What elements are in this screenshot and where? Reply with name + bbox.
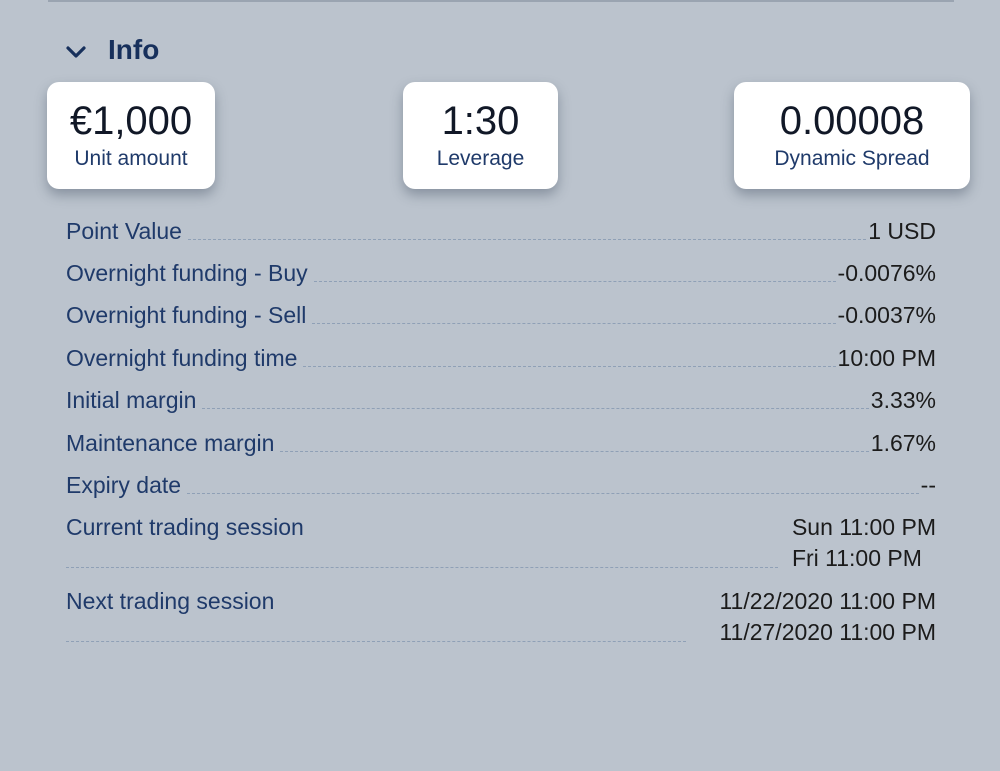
next-session-label: Next trading session bbox=[66, 588, 275, 614]
dotted-leader bbox=[312, 323, 836, 324]
dotted-leader bbox=[303, 366, 836, 367]
detail-row-overnight-buy: Overnight funding - Buy -0.0076% bbox=[66, 246, 936, 288]
dotted-leader bbox=[280, 451, 869, 452]
next-session-value: 11/22/2020 11:00 PM 11/27/2020 11:00 PM bbox=[719, 586, 936, 648]
detail-row-overnight-sell: Overnight funding - Sell -0.0037% bbox=[66, 288, 936, 330]
dotted-leader bbox=[66, 641, 686, 642]
dotted-leader bbox=[66, 567, 778, 568]
detail-row-overnight-time: Overnight funding time 10:00 PM bbox=[66, 330, 936, 373]
detail-row-maintenance-margin: Maintenance margin 1.67% bbox=[66, 415, 936, 458]
overnight-sell-label: Overnight funding - Sell bbox=[66, 302, 307, 328]
detail-row-point-value: Point Value 1 USD bbox=[66, 204, 936, 246]
dynamic-spread-label: Dynamic Spread bbox=[774, 146, 930, 170]
overnight-time-label: Overnight funding time bbox=[66, 345, 298, 371]
point-value-label: Point Value bbox=[66, 218, 182, 244]
overnight-buy-label: Overnight funding - Buy bbox=[66, 260, 308, 286]
unit-amount-card: €1,000 Unit amount bbox=[47, 82, 215, 189]
top-divider bbox=[48, 0, 954, 2]
dotted-leader bbox=[313, 281, 836, 282]
unit-amount-value: €1,000 bbox=[69, 98, 193, 143]
detail-row-expiry-date: Expiry date -- bbox=[66, 458, 936, 500]
next-session-end: 11/27/2020 11:00 PM bbox=[719, 619, 936, 645]
current-session-value: Sun 11:00 PM Fri 11:00 PM bbox=[792, 512, 936, 574]
dotted-leader bbox=[187, 493, 919, 494]
dotted-leader bbox=[202, 408, 869, 409]
instrument-details-list: Point Value 1 USD Overnight funding - Bu… bbox=[66, 204, 936, 648]
dotted-leader bbox=[187, 239, 867, 240]
overnight-sell-value: -0.0037% bbox=[837, 302, 936, 328]
overnight-buy-value: -0.0076% bbox=[837, 260, 936, 286]
detail-row-next-session: Next trading session 11/22/2020 11:00 PM… bbox=[66, 586, 936, 648]
leverage-label: Leverage bbox=[436, 146, 525, 170]
expiry-date-label: Expiry date bbox=[66, 472, 182, 498]
current-session-start: Sun 11:00 PM bbox=[791, 514, 936, 540]
detail-row-current-session: Current trading session Sun 11:00 PM Fri… bbox=[66, 512, 936, 574]
unit-amount-label: Unit amount bbox=[74, 146, 188, 170]
current-session-end: Fri 11:00 PM bbox=[791, 545, 922, 571]
maintenance-margin-label: Maintenance margin bbox=[66, 430, 275, 456]
initial-margin-label: Initial margin bbox=[66, 387, 197, 413]
chevron-down-icon[interactable] bbox=[64, 40, 88, 64]
overnight-time-value: 10:00 PM bbox=[837, 345, 936, 371]
section-title: Info bbox=[108, 34, 160, 65]
point-value-value: 1 USD bbox=[868, 218, 936, 244]
initial-margin-value: 3.33% bbox=[870, 387, 936, 413]
detail-row-initial-margin: Initial margin 3.33% bbox=[66, 373, 936, 415]
leverage-card: 1:30 Leverage bbox=[403, 82, 558, 189]
current-session-label: Current trading session bbox=[66, 514, 304, 540]
dynamic-spread-card: 0.00008 Dynamic Spread bbox=[734, 82, 970, 189]
next-session-start: 11/22/2020 11:00 PM bbox=[719, 588, 936, 614]
maintenance-margin-value: 1.67% bbox=[870, 430, 936, 456]
expiry-date-value: -- bbox=[920, 472, 936, 498]
info-section-toggle[interactable]: Info bbox=[64, 30, 159, 70]
dynamic-spread-value: 0.00008 bbox=[779, 98, 925, 143]
leverage-value: 1:30 bbox=[441, 98, 520, 143]
